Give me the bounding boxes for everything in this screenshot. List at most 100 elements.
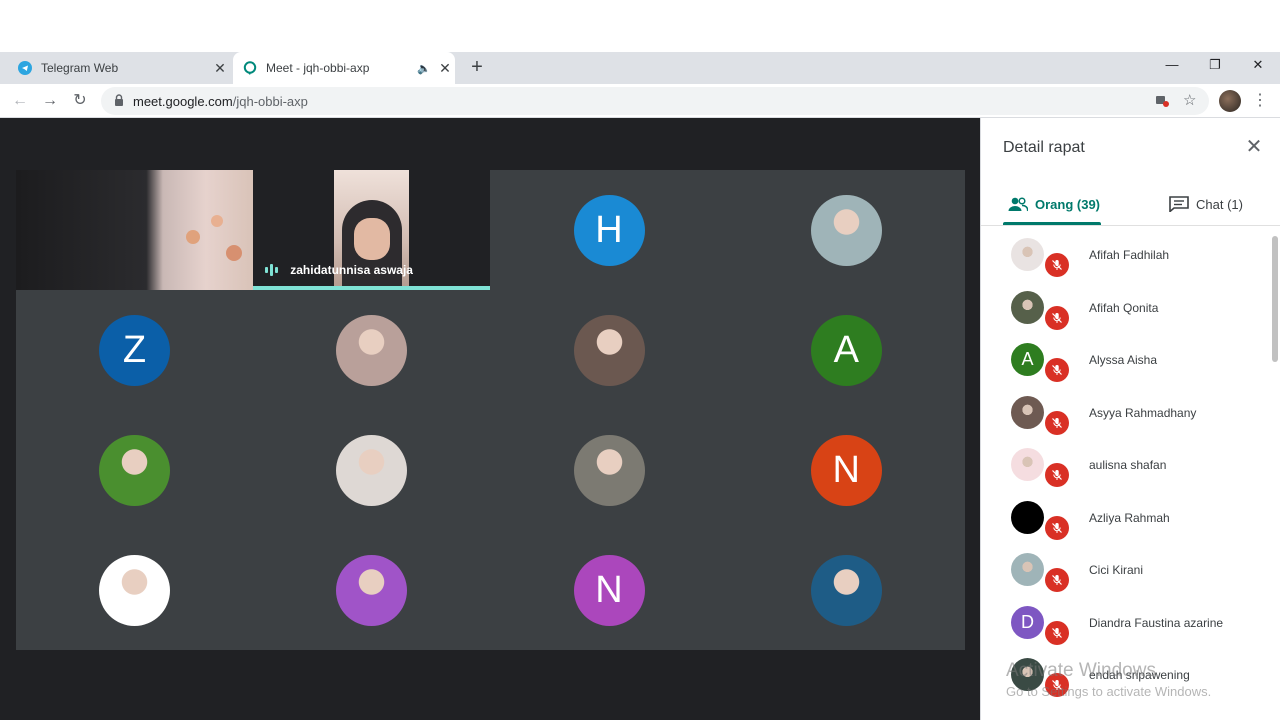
avatar <box>1011 553 1044 586</box>
mic-muted-icon <box>1045 568 1069 592</box>
tab-title: Telegram Web <box>41 61 119 75</box>
participant-name: Asyya Rahmadhany <box>1089 405 1197 420</box>
tab-people[interactable]: Orang (39) <box>1008 184 1100 224</box>
avatar: D <box>1011 605 1044 639</box>
participant-tile[interactable] <box>253 290 491 410</box>
browser-tab-strip: Telegram Web ✕ Meet - jqh-obbi-axp 🔈 ✕ <box>0 52 1280 84</box>
participant-avatar <box>573 435 645 506</box>
participant-tile[interactable] <box>727 170 965 290</box>
avatar <box>1011 395 1044 429</box>
tab-chat[interactable]: Chat (1) <box>1169 184 1243 224</box>
participant-avatar <box>810 555 882 626</box>
participant-tile[interactable]: zahidatunnisa aswaja <box>253 170 491 290</box>
participant-avatar: N <box>573 555 645 626</box>
participant-tile[interactable] <box>727 530 965 650</box>
participant-tile[interactable] <box>253 410 491 530</box>
participant-tile[interactable]: N <box>490 530 728 650</box>
participant-row[interactable]: Afifah Fadhilah <box>981 230 1271 282</box>
tab-close-icon[interactable]: ✕ <box>210 60 230 77</box>
star-icon[interactable]: ☆ <box>1183 91 1196 109</box>
tab-telegram[interactable]: Telegram Web ✕ <box>8 52 230 84</box>
meet-icon <box>243 61 257 75</box>
participant-tile[interactable]: A <box>727 290 965 410</box>
url-text: meet.google.com/jqh-obbi-axp <box>133 94 308 109</box>
camera-blocked-icon[interactable] <box>1155 93 1171 109</box>
participant-tile[interactable]: N <box>727 410 965 530</box>
back-arrow-icon[interactable]: ← <box>8 89 32 113</box>
participant-avatar <box>573 315 645 386</box>
watermark-subtitle: Go to Settings to activate Windows. <box>1006 684 1212 699</box>
participant-row[interactable]: Cici Kirani <box>981 545 1271 597</box>
participant-name: Alyssa Aisha <box>1089 353 1158 367</box>
speaker-icon[interactable]: 🔈 <box>417 62 435 75</box>
reload-icon[interactable]: ↻ <box>68 89 92 113</box>
meeting-details-panel: Detail rapat ✕ Orang (39) Chat (1) Afifa… <box>980 118 1280 720</box>
participant-row[interactable]: A Alyssa Aisha <box>981 335 1271 387</box>
tab-chat-label: Chat (1) <box>1196 196 1243 212</box>
tab-close-icon[interactable]: ✕ <box>435 60 455 77</box>
speaking-indicator-icon <box>265 264 280 276</box>
maximize-button[interactable]: ❐ <box>1193 52 1237 78</box>
participant-tile[interactable] <box>16 170 253 290</box>
participant-row[interactable]: Asyya Rahmadhany <box>981 388 1271 440</box>
minimize-button[interactable]: — <box>1150 52 1194 78</box>
tab-people-label: Orang (39) <box>1035 196 1101 212</box>
participant-avatar: N <box>810 435 882 506</box>
people-icon <box>1008 197 1028 212</box>
participant-grid: zahidatunnisa aswaja H Z A N N <box>16 170 965 650</box>
participant-tile[interactable] <box>16 410 253 530</box>
kebab-menu-icon[interactable]: ⋮ <box>1252 90 1268 112</box>
participant-row[interactable]: aulisna shafan <box>981 440 1271 492</box>
participant-tile[interactable] <box>490 410 728 530</box>
participant-tile[interactable] <box>16 530 253 650</box>
avatar: A <box>1011 343 1044 376</box>
participant-tile[interactable]: Z <box>16 290 253 410</box>
participant-row[interactable]: D Diandra Faustina azarine <box>981 598 1271 650</box>
profile-avatar[interactable] <box>1219 90 1241 112</box>
url-path: /jqh-obbi-axp <box>232 94 308 109</box>
activation-watermark: Activate Windows Go to Settings to activ… <box>1006 660 1211 699</box>
new-tab-button[interactable]: + <box>466 57 488 79</box>
participant-row[interactable]: Azliya Rahmah <box>981 493 1271 545</box>
avatar <box>1011 448 1044 481</box>
window-close-button[interactable]: ✕ <box>1236 52 1280 78</box>
participant-avatar <box>99 435 170 506</box>
participant-avatar: H <box>573 195 645 266</box>
forward-arrow-icon[interactable]: → <box>38 89 62 113</box>
mic-muted-icon <box>1045 305 1069 330</box>
participant-tile[interactable]: H <box>490 170 728 290</box>
scrollbar[interactable] <box>1272 236 1278 362</box>
address-bar[interactable]: meet.google.com/jqh-obbi-axp ☆ <box>101 87 1209 115</box>
tab-meet[interactable]: Meet - jqh-obbi-axp 🔈 ✕ <box>233 52 455 84</box>
url-host: meet.google.com <box>133 94 233 109</box>
speaker-name: zahidatunnisa aswaja <box>290 263 413 277</box>
participant-name: Afifah Qonita <box>1089 300 1159 315</box>
mic-muted-icon <box>1045 620 1069 645</box>
mic-muted-icon <box>1045 515 1069 540</box>
panel-close-icon[interactable]: ✕ <box>1243 136 1265 158</box>
participant-list[interactable]: Afifah Fadhilah Afifah Qonita A Alyssa Aish… <box>981 226 1280 720</box>
participant-video <box>16 170 253 290</box>
participant-avatar: A <box>810 315 882 386</box>
tab-title: Meet - jqh-obbi-axp <box>266 61 370 75</box>
browser-toolbar: ← → ↻ meet.google.com/jqh-obbi-axp ☆ ⋮ <box>0 84 1280 118</box>
participant-name: Afifah Fadhilah <box>1089 248 1170 262</box>
mic-muted-icon <box>1045 358 1069 382</box>
screen-top-margin <box>0 0 1280 52</box>
participant-avatar <box>336 315 408 386</box>
participant-avatar <box>336 435 408 506</box>
mic-muted-icon <box>1045 463 1069 487</box>
participant-tile[interactable] <box>253 530 491 650</box>
participant-name: aulisna shafan <box>1089 458 1167 472</box>
lock-icon <box>115 94 123 106</box>
participant-name: Azliya Rahmah <box>1089 510 1170 525</box>
participant-name: Cici Kirani <box>1089 563 1144 577</box>
participant-avatar <box>810 195 882 266</box>
panel-title: Detail rapat <box>1003 139 1085 156</box>
participant-name: Diandra Faustina azarine <box>1089 615 1224 630</box>
participant-tile[interactable] <box>490 290 728 410</box>
participant-row[interactable]: Afifah Qonita <box>981 283 1271 335</box>
telegram-icon <box>18 61 32 75</box>
participant-avatar <box>99 555 170 626</box>
avatar <box>1011 290 1044 324</box>
